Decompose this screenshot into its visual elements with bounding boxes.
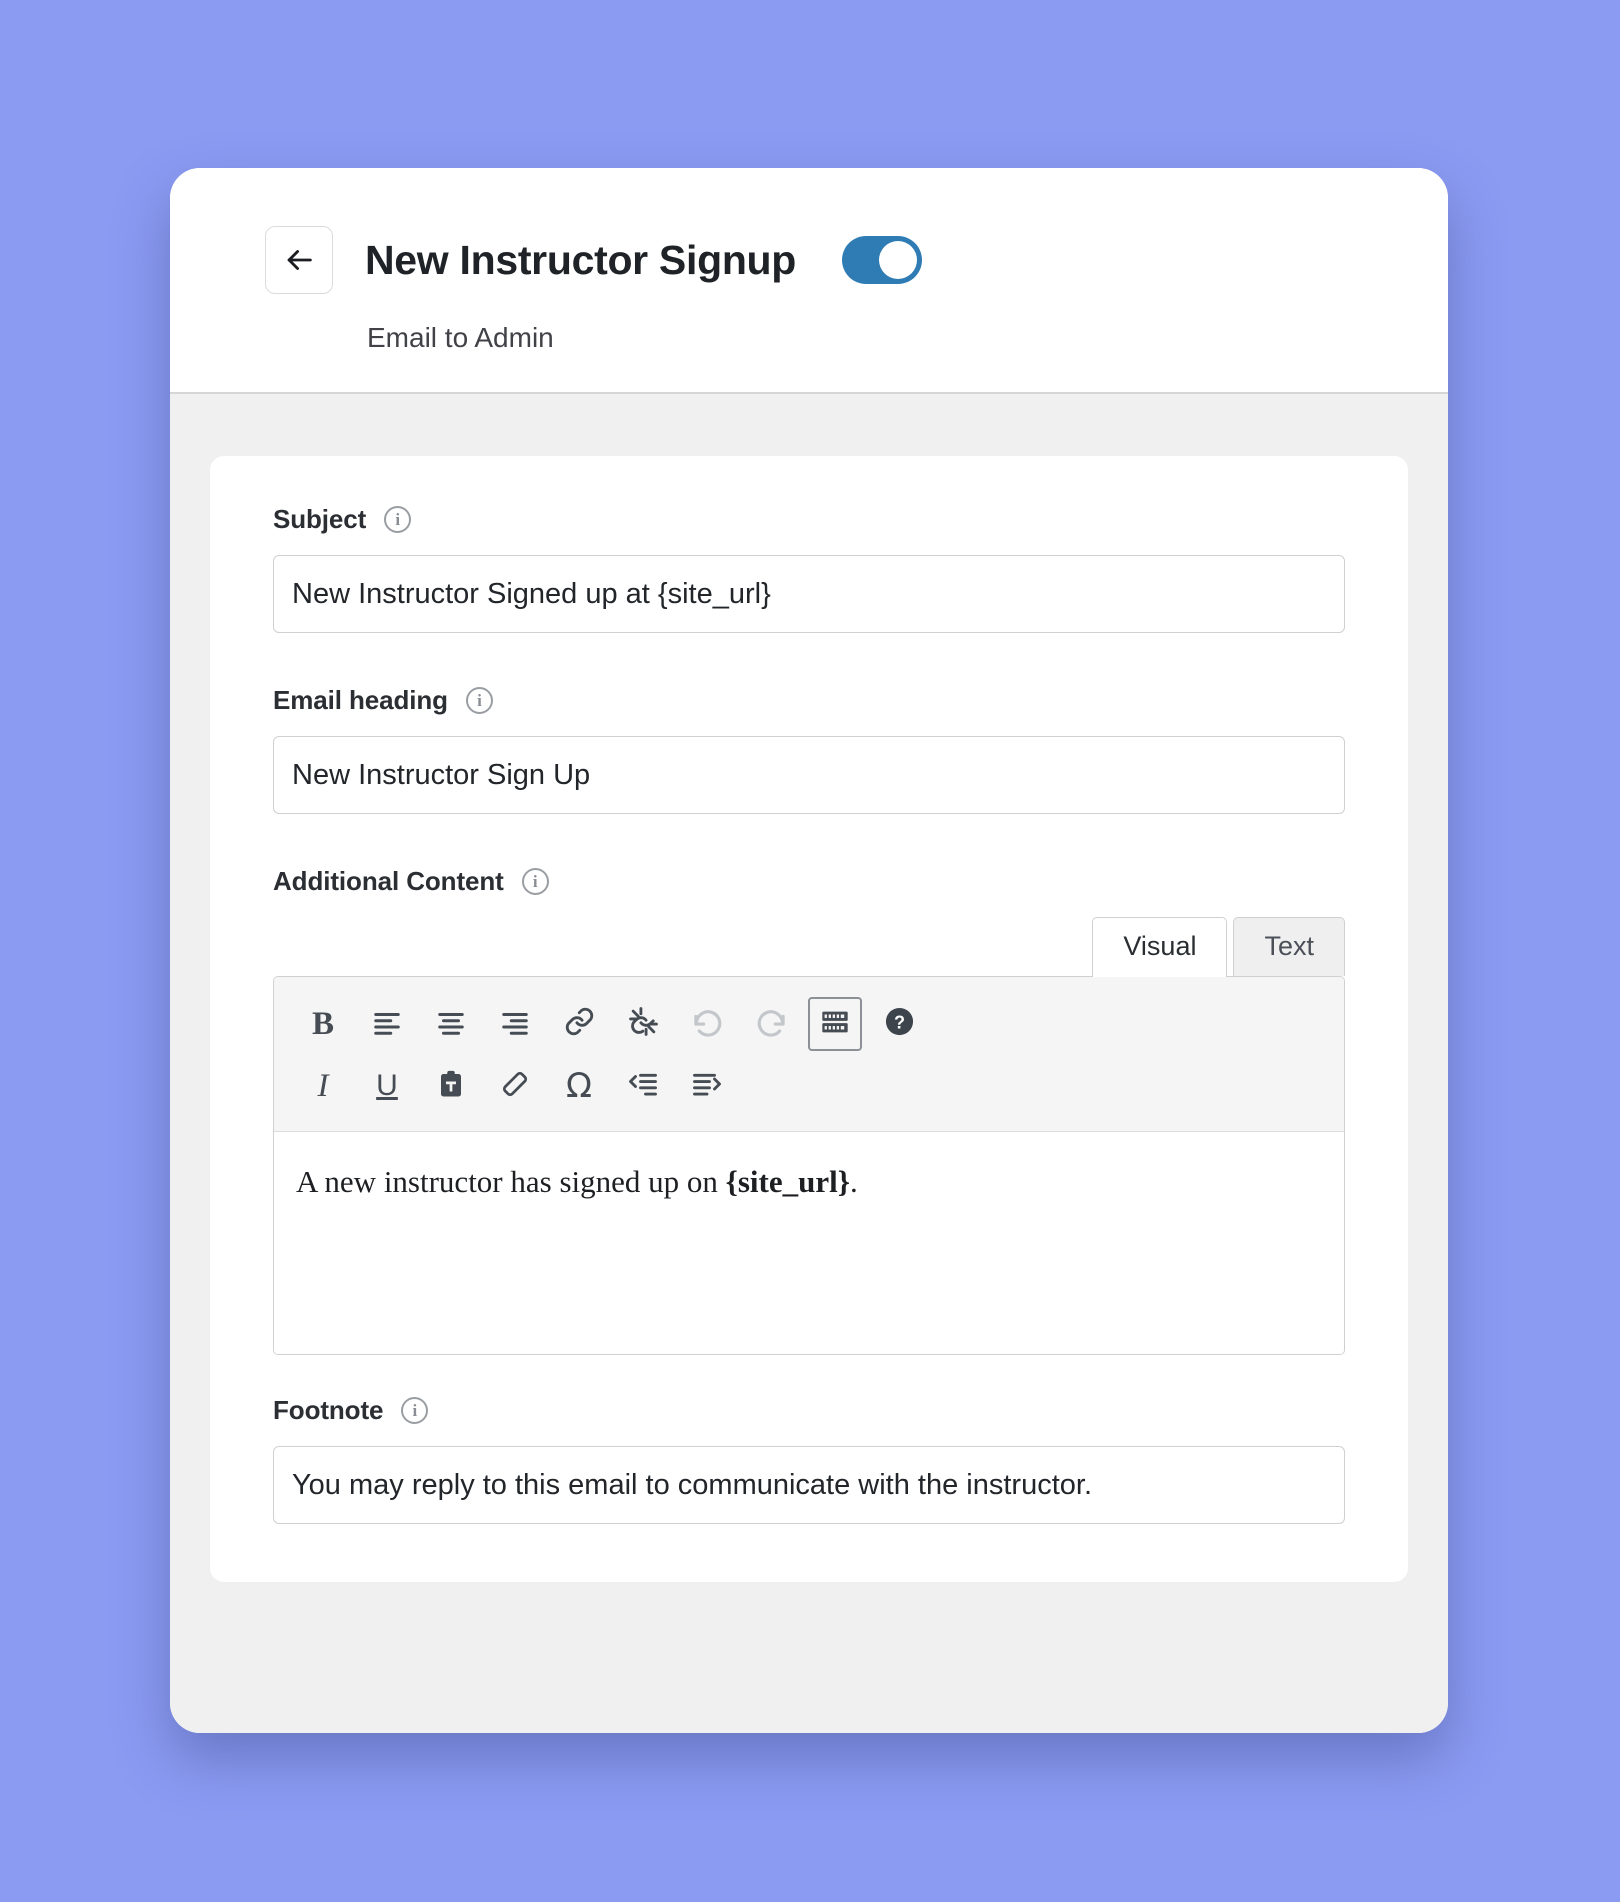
paste-as-text-button[interactable]	[424, 1059, 478, 1113]
editor-tab-bar: Visual Text	[273, 917, 1345, 978]
redo-icon	[756, 1006, 787, 1042]
info-circle-icon[interactable]: i	[521, 868, 549, 895]
subject-input[interactable]: New Instructor Signed up at {site_url}	[273, 555, 1345, 633]
enable-toggle[interactable]	[842, 236, 923, 284]
underline-button[interactable]: U	[360, 1059, 414, 1113]
header-row: New Instructor Signup	[170, 226, 1448, 294]
toolbar-toggle-icon	[820, 1008, 850, 1041]
omega-icon: Ω	[566, 1066, 592, 1107]
undo-icon	[692, 1006, 723, 1042]
unlink-button[interactable]	[616, 997, 670, 1051]
field-footnote: Footnote i You may reply to this email t…	[273, 1395, 1345, 1525]
tab-visual[interactable]: Visual	[1092, 917, 1228, 978]
info-circle-icon[interactable]: i	[465, 687, 493, 714]
tab-text[interactable]: Text	[1233, 917, 1345, 977]
bold-button[interactable]: B	[296, 997, 350, 1051]
window-header: New Instructor Signup Email to Admin	[170, 168, 1448, 394]
clear-formatting-button[interactable]	[488, 1059, 542, 1113]
subject-label-row: Subject i	[273, 504, 1345, 535]
unlink-icon	[628, 1006, 659, 1042]
indent-icon	[692, 1069, 722, 1104]
align-right-button[interactable]	[488, 997, 542, 1051]
field-email-heading: Email heading i New Instructor Sign Up	[273, 685, 1345, 814]
footnote-label-row: Footnote i	[273, 1395, 1345, 1426]
email-heading-input[interactable]: New Instructor Sign Up	[273, 736, 1345, 814]
field-subject: Subject i New Instructor Signed up at {s…	[273, 504, 1345, 633]
arrow-left-icon	[282, 243, 316, 277]
editor-toolbar: B ? I U Ω	[274, 977, 1344, 1133]
editor-toolbar-row-1: B ?	[296, 993, 1322, 1055]
bold-icon: B	[311, 1005, 334, 1042]
editor-text-bold: {site_url}	[725, 1164, 850, 1200]
footnote-label: Footnote	[273, 1395, 384, 1426]
editor-box: B ? I U Ω A new instructor has signed up…	[273, 976, 1345, 1356]
italic-icon: I	[317, 1067, 329, 1104]
editor-toolbar-row-2: I U Ω	[296, 1055, 1322, 1117]
align-left-button[interactable]	[360, 997, 414, 1051]
editor-text-before: A new instructor has signed up on	[296, 1164, 726, 1200]
editor-text-after: .	[849, 1164, 858, 1200]
info-circle-icon[interactable]: i	[401, 1397, 429, 1425]
page-background: New Instructor Signup Email to Admin Sub…	[0, 0, 1620, 1902]
toggle-knob	[879, 241, 918, 279]
settings-card: Subject i New Instructor Signed up at {s…	[210, 456, 1408, 1583]
help-button[interactable]: ?	[872, 997, 926, 1051]
redo-button[interactable]	[744, 997, 798, 1051]
link-icon	[564, 1006, 595, 1042]
email-heading-label: Email heading	[273, 685, 448, 715]
align-left-icon	[372, 1007, 402, 1042]
underline-icon: U	[376, 1069, 398, 1103]
back-button[interactable]	[265, 226, 333, 294]
editor-content-area[interactable]: A new instructor has signed up on {site_…	[274, 1132, 1344, 1355]
outdent-button[interactable]	[616, 1059, 670, 1113]
additional-content-label-row: Additional Content i	[273, 866, 1345, 897]
align-center-icon	[436, 1007, 466, 1042]
align-right-icon	[500, 1007, 530, 1042]
field-additional-content: Additional Content i Visual Text B ? I U…	[273, 866, 1345, 1356]
help-icon: ?	[884, 1006, 915, 1042]
paste-as-text-icon	[436, 1069, 466, 1104]
italic-button[interactable]: I	[296, 1059, 350, 1113]
subject-label: Subject	[273, 504, 367, 534]
indent-button[interactable]	[680, 1059, 734, 1113]
outdent-icon	[628, 1069, 658, 1104]
footnote-input[interactable]: You may reply to this email to communica…	[273, 1446, 1345, 1525]
app-window: New Instructor Signup Email to Admin Sub…	[170, 168, 1448, 1733]
link-button[interactable]	[552, 997, 606, 1051]
toolbar-toggle-button[interactable]	[808, 997, 862, 1052]
wysiwyg-editor: Visual Text B ? I U Ω A new instructor h…	[273, 917, 1345, 1356]
info-circle-icon[interactable]: i	[384, 506, 412, 533]
additional-content-label: Additional Content	[273, 866, 504, 896]
svg-text:?: ?	[893, 1013, 904, 1033]
email-heading-label-row: Email heading i	[273, 685, 1345, 716]
page-subtitle: Email to Admin	[367, 322, 554, 353]
undo-button[interactable]	[680, 997, 734, 1051]
page-title: New Instructor Signup	[365, 236, 797, 283]
special-character-button[interactable]: Ω	[552, 1059, 606, 1113]
window-body: Subject i New Instructor Signed up at {s…	[170, 394, 1448, 1733]
align-center-button[interactable]	[424, 997, 478, 1051]
eraser-icon	[500, 1069, 530, 1104]
